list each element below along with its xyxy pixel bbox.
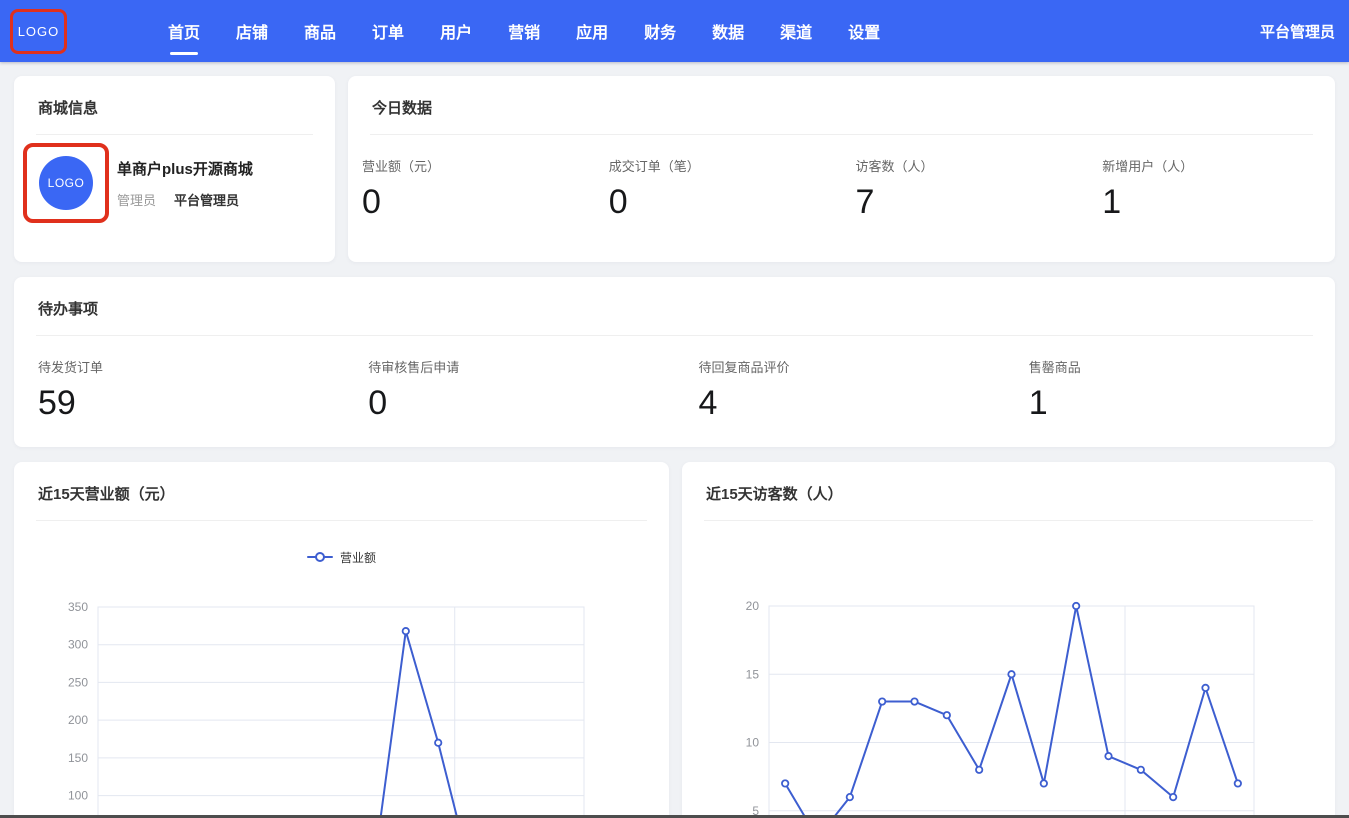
y-tick-label: 20 bbox=[746, 599, 760, 613]
today-stats-grid: 营业额（元） 0 成交订单（笔） 0 访客数（人） 7 新增用户（人） 1 bbox=[348, 135, 1335, 221]
nav-item-8[interactable]: 数据 bbox=[712, 0, 744, 62]
stat-label: 新增用户（人） bbox=[1102, 156, 1335, 175]
y-tick-label: 250 bbox=[68, 675, 88, 689]
nav-item-3[interactable]: 订单 bbox=[372, 0, 404, 62]
nav-item-2[interactable]: 商品 bbox=[304, 0, 336, 62]
admin-dashboard-page: LOGO 首页店铺商品订单用户营销应用财务数据渠道设置 平台管理员 商城信息 L… bbox=[0, 0, 1349, 818]
mall-info-card: 商城信息 LOGO 单商户plus开源商城 管理员 平台管理员 bbox=[14, 76, 335, 262]
avatar-logo-text: LOGO bbox=[48, 176, 85, 190]
mall-body: LOGO 单商户plus开源商城 管理员 平台管理员 bbox=[14, 135, 335, 223]
user-menu[interactable]: 平台管理员 bbox=[1260, 21, 1335, 42]
data-point-marker bbox=[1202, 685, 1208, 691]
data-point-marker bbox=[1235, 780, 1241, 786]
stat-item: 新增用户（人） 1 bbox=[1088, 156, 1335, 221]
visitors-line-chart[interactable]: 05101520 bbox=[682, 462, 1333, 818]
row-top: 商城信息 LOGO 单商户plus开源商城 管理员 平台管理员 bbox=[14, 76, 1335, 262]
dashboard-content: 商城信息 LOGO 单商户plus开源商城 管理员 平台管理员 bbox=[0, 62, 1349, 818]
data-point-marker bbox=[782, 780, 788, 786]
y-tick-label: 150 bbox=[68, 751, 88, 765]
stat-item: 访客数（人） 7 bbox=[842, 156, 1089, 221]
mall-card-title: 商城信息 bbox=[14, 76, 335, 134]
stat-value: 7 bbox=[856, 184, 1089, 221]
stat-value: 0 bbox=[609, 184, 842, 221]
stat-label: 待审核售后申请 bbox=[368, 357, 674, 376]
stat-value: 0 bbox=[368, 385, 674, 422]
mall-text: 单商户plus开源商城 管理员 平台管理员 bbox=[117, 158, 253, 209]
stat-value: 4 bbox=[699, 385, 1005, 422]
stat-label: 营业额（元） bbox=[362, 156, 595, 175]
nav-menu: 首页店铺商品订单用户营销应用财务数据渠道设置 bbox=[168, 0, 916, 62]
stat-item: 营业额（元） 0 bbox=[348, 156, 595, 221]
row-middle: 待办事项 待发货订单 59 待审核售后申请 0 待回复商品评价 4 售罄商品 1 bbox=[14, 277, 1335, 447]
top-navbar: LOGO 首页店铺商品订单用户营销应用财务数据渠道设置 平台管理员 bbox=[0, 0, 1349, 62]
logo-annotated[interactable]: LOGO bbox=[10, 9, 67, 54]
nav-item-5[interactable]: 营销 bbox=[508, 0, 540, 62]
data-point-marker bbox=[911, 698, 917, 704]
stat-label: 待回复商品评价 bbox=[699, 357, 1005, 376]
data-point-marker bbox=[435, 740, 441, 746]
nav-item-6[interactable]: 应用 bbox=[576, 0, 608, 62]
nav-item-4[interactable]: 用户 bbox=[440, 0, 472, 62]
stat-value: 1 bbox=[1102, 184, 1335, 221]
y-tick-label: 200 bbox=[68, 713, 88, 727]
stat-label: 售罄商品 bbox=[1029, 357, 1335, 376]
role-label: 管理员 bbox=[117, 190, 156, 209]
nav-item-7[interactable]: 财务 bbox=[644, 0, 676, 62]
y-tick-label: 10 bbox=[746, 736, 760, 750]
today-data-card: 今日数据 营业额（元） 0 成交订单（笔） 0 访客数（人） 7 新增用户（人） 1 bbox=[348, 76, 1335, 262]
mall-avatar[interactable]: LOGO bbox=[39, 156, 93, 210]
stat-label: 成交订单（笔） bbox=[609, 156, 842, 175]
stat-value: 0 bbox=[362, 184, 595, 221]
visitors-chart-card: 近15天访客数（人） 05101520 bbox=[682, 462, 1335, 818]
y-tick-label: 15 bbox=[746, 667, 760, 681]
stat-item: 待发货订单 59 bbox=[14, 357, 344, 422]
mall-roles: 管理员 平台管理员 bbox=[117, 190, 253, 209]
stat-item: 售罄商品 1 bbox=[1005, 357, 1335, 422]
stat-item: 成交订单（笔） 0 bbox=[595, 156, 842, 221]
nav-item-10[interactable]: 设置 bbox=[848, 0, 880, 62]
data-point-marker bbox=[1008, 671, 1014, 677]
today-card-title: 今日数据 bbox=[348, 76, 1335, 134]
todo-card: 待办事项 待发货订单 59 待审核售后申请 0 待回复商品评价 4 售罄商品 1 bbox=[14, 277, 1335, 447]
mall-name: 单商户plus开源商城 bbox=[117, 158, 253, 179]
nav-item-9[interactable]: 渠道 bbox=[780, 0, 812, 62]
y-tick-label: 100 bbox=[68, 789, 88, 803]
stat-value: 1 bbox=[1029, 385, 1335, 422]
data-point-marker bbox=[1073, 603, 1079, 609]
stat-label: 待发货订单 bbox=[38, 357, 344, 376]
data-point-marker bbox=[1105, 753, 1111, 759]
stat-item: 待审核售后申请 0 bbox=[344, 357, 674, 422]
data-point-marker bbox=[1170, 794, 1176, 800]
todo-stats-grid: 待发货订单 59 待审核售后申请 0 待回复商品评价 4 售罄商品 1 bbox=[14, 336, 1335, 422]
stat-value: 59 bbox=[38, 385, 344, 422]
logo-text: LOGO bbox=[18, 24, 60, 39]
stat-item: 待回复商品评价 4 bbox=[675, 357, 1005, 422]
stat-label: 访客数（人） bbox=[856, 156, 1089, 175]
avatar-annotation-box: LOGO bbox=[23, 143, 109, 223]
nav-item-0[interactable]: 首页 bbox=[168, 0, 200, 62]
y-tick-label: 350 bbox=[68, 600, 88, 614]
data-point-marker bbox=[944, 712, 950, 718]
turnover-line-chart[interactable]: 050100150200250300350 bbox=[14, 462, 669, 818]
y-tick-label: 300 bbox=[68, 638, 88, 652]
todo-card-title: 待办事项 bbox=[14, 277, 1335, 335]
data-point-marker bbox=[847, 794, 853, 800]
nav-item-1[interactable]: 店铺 bbox=[236, 0, 268, 62]
turnover-chart-card: 近15天营业额（元） 营业额 050100150200250300350 bbox=[14, 462, 669, 818]
role-value: 平台管理员 bbox=[174, 190, 239, 209]
data-point-marker bbox=[403, 628, 409, 634]
data-point-marker bbox=[1041, 780, 1047, 786]
data-point-marker bbox=[976, 767, 982, 773]
row-charts: 近15天营业额（元） 营业额 050100150200250300350 近15… bbox=[14, 462, 1335, 818]
data-point-marker bbox=[879, 698, 885, 704]
data-point-marker bbox=[1138, 767, 1144, 773]
